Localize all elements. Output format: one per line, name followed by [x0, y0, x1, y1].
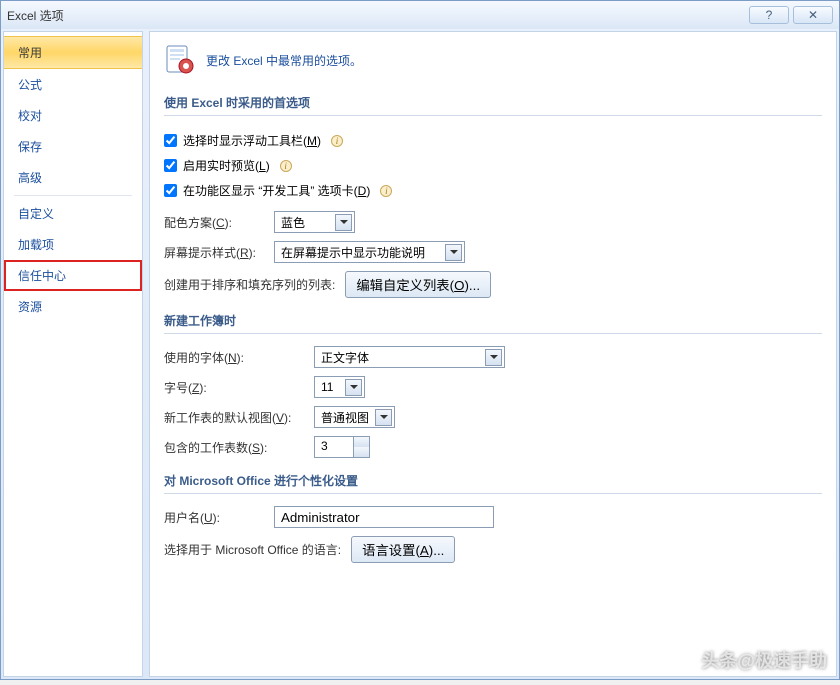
sidebar-item-save[interactable]: 保存 [4, 131, 142, 162]
help-button[interactable]: ? [749, 6, 789, 24]
checkbox-live-preview-label: 启用实时预览(L) [183, 157, 270, 174]
titlebar: Excel 选项 ? ✕ [1, 1, 839, 29]
chevron-down-icon[interactable] [335, 214, 352, 231]
font-size-dropdown[interactable]: 11 [314, 376, 365, 398]
font-size-label: 字号(Z): [164, 379, 304, 396]
section-new-workbook-title: 新建工作簿时 [164, 308, 822, 334]
sidebar-item-customize[interactable]: 自定义 [4, 198, 142, 229]
color-scheme-label: 配色方案(C): [164, 214, 264, 231]
options-icon [164, 44, 196, 76]
sidebar-item-addins[interactable]: 加载项 [4, 229, 142, 260]
sidebar-item-general[interactable]: 常用 [4, 36, 142, 69]
screentip-value: 在屏幕提示中显示功能说明 [281, 244, 441, 261]
language-label: 选择用于 Microsoft Office 的语言: [164, 541, 341, 558]
default-view-label: 新工作表的默认视图(V): [164, 409, 304, 426]
color-scheme-dropdown[interactable]: 蓝色 [274, 211, 355, 233]
default-view-value: 普通视图 [321, 409, 371, 426]
sidebar-item-advanced[interactable]: 高级 [4, 162, 142, 193]
checkbox-developer-tab[interactable]: 在功能区显示 “开发工具” 选项卡(D) i [164, 182, 392, 199]
username-label: 用户名(U): [164, 509, 264, 526]
username-field[interactable] [274, 506, 494, 528]
spinner-down-icon[interactable] [354, 447, 369, 457]
checkbox-floating-toolbar-label: 选择时显示浮动工具栏(M) [183, 132, 321, 149]
chevron-down-icon[interactable] [375, 409, 392, 426]
info-icon[interactable]: i [380, 185, 392, 197]
sheet-count-label: 包含的工作表数(S): [164, 439, 304, 456]
chevron-down-icon[interactable] [345, 379, 362, 396]
info-icon[interactable]: i [280, 160, 292, 172]
checkbox-floating-toolbar[interactable]: 选择时显示浮动工具栏(M) i [164, 132, 343, 149]
checkbox-developer-tab-label: 在功能区显示 “开发工具” 选项卡(D) [183, 182, 370, 199]
sidebar-item-proofing[interactable]: 校对 [4, 100, 142, 131]
sidebar-item-resources[interactable]: 资源 [4, 291, 142, 322]
chevron-down-icon[interactable] [445, 244, 462, 261]
sheet-count-spinner[interactable]: 3 [314, 436, 370, 458]
edit-custom-lists-button[interactable]: 编辑自定义列表(O)... [345, 271, 491, 298]
sidebar-separator [14, 195, 132, 196]
options-dialog: Excel 选项 ? ✕ 常用 公式 校对 保存 高级 自定义 加载项 信任中心… [0, 0, 840, 680]
content-area: 常用 公式 校对 保存 高级 自定义 加载项 信任中心 资源 更改 Excel … [1, 29, 839, 679]
font-size-value: 11 [321, 380, 341, 394]
spinner-up-icon[interactable] [354, 437, 369, 447]
font-dropdown[interactable]: 正文字体 [314, 346, 505, 368]
header-row: 更改 Excel 中最常用的选项。 [164, 44, 822, 76]
screentip-dropdown[interactable]: 在屏幕提示中显示功能说明 [274, 241, 465, 263]
default-view-dropdown[interactable]: 普通视图 [314, 406, 395, 428]
section-personalize-title: 对 Microsoft Office 进行个性化设置 [164, 468, 822, 494]
watermark: 头条@极速手助 [701, 647, 827, 673]
checkbox-live-preview[interactable]: 启用实时预览(L) i [164, 157, 292, 174]
chevron-down-icon[interactable] [485, 349, 502, 366]
window-title: Excel 选项 [7, 7, 745, 24]
section-prefs-title: 使用 Excel 时采用的首选项 [164, 90, 822, 116]
main-panel: 更改 Excel 中最常用的选项。 使用 Excel 时采用的首选项 选择时显示… [149, 31, 837, 677]
font-label: 使用的字体(N): [164, 349, 304, 366]
checkbox-developer-tab-input[interactable] [164, 184, 177, 197]
color-scheme-value: 蓝色 [281, 214, 331, 231]
sheet-count-value: 3 [315, 437, 353, 457]
checkbox-floating-toolbar-input[interactable] [164, 134, 177, 147]
info-icon[interactable]: i [331, 135, 343, 147]
sidebar-item-trust-center[interactable]: 信任中心 [4, 260, 142, 291]
sidebar-item-formulas[interactable]: 公式 [4, 69, 142, 100]
font-value: 正文字体 [321, 349, 481, 366]
header-subtitle: 更改 Excel 中最常用的选项。 [206, 52, 362, 69]
edit-lists-label: 创建用于排序和填充序列的列表: [164, 276, 335, 293]
close-button[interactable]: ✕ [793, 6, 833, 24]
language-settings-button[interactable]: 语言设置(A)... [351, 536, 455, 563]
checkbox-live-preview-input[interactable] [164, 159, 177, 172]
screentip-label: 屏幕提示样式(R): [164, 244, 264, 261]
sidebar: 常用 公式 校对 保存 高级 自定义 加载项 信任中心 资源 [3, 31, 143, 677]
